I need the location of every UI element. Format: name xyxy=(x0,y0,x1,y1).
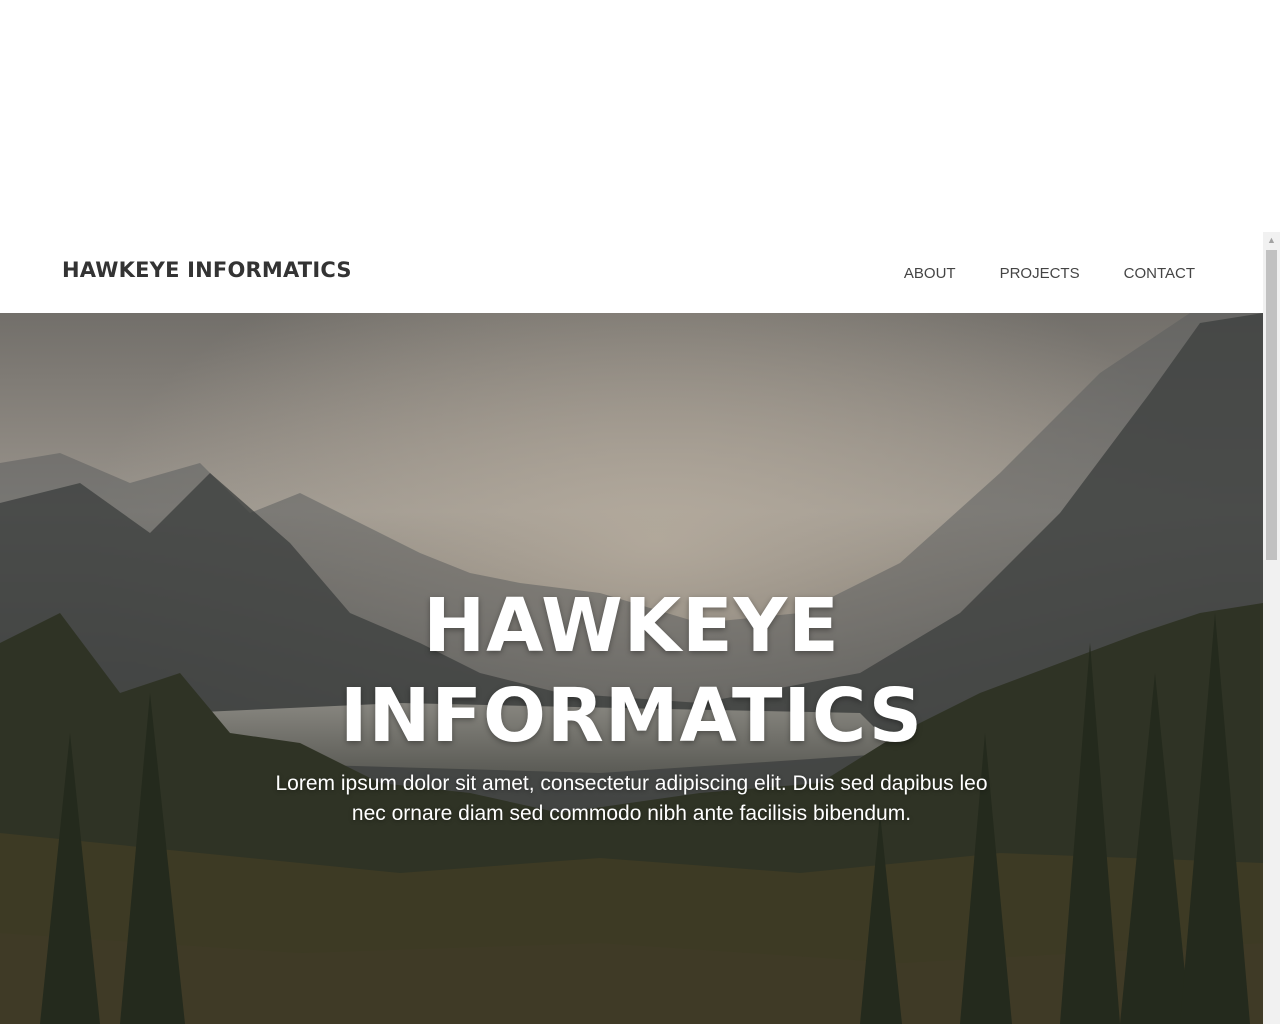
hero-title-line-2: INFORMATICS xyxy=(339,673,924,759)
hero-title-line-1: HAWKEYE xyxy=(423,583,840,669)
hero-content: HAWKEYE INFORMATICS Lorem ipsum dolor si… xyxy=(0,581,1263,829)
scrollbar-thumb[interactable] xyxy=(1266,250,1277,560)
nav-link-projects[interactable]: PROJECTS xyxy=(978,265,1102,282)
navbar: HAWKEYE INFORMATICS ABOUT PROJECTS CONTA… xyxy=(0,232,1263,313)
blank-area xyxy=(0,0,1280,232)
chevron-up-icon[interactable]: ▲ xyxy=(1263,232,1280,249)
nav-links: ABOUT PROJECTS CONTACT xyxy=(882,265,1195,282)
hero-title: HAWKEYE INFORMATICS xyxy=(0,581,1263,761)
brand-logo-link[interactable]: HAWKEYE INFORMATICS xyxy=(62,258,352,282)
vertical-scrollbar[interactable]: ▲ xyxy=(1263,232,1280,1024)
hero-description: Lorem ipsum dolor sit amet, consectetur … xyxy=(275,772,988,825)
nav-link-contact[interactable]: CONTACT xyxy=(1102,265,1195,282)
hero-section: HAWKEYE INFORMATICS Lorem ipsum dolor si… xyxy=(0,313,1263,1024)
nav-link-about[interactable]: ABOUT xyxy=(882,265,978,282)
page-viewport: HAWKEYE INFORMATICS ABOUT PROJECTS CONTA… xyxy=(0,232,1263,1024)
